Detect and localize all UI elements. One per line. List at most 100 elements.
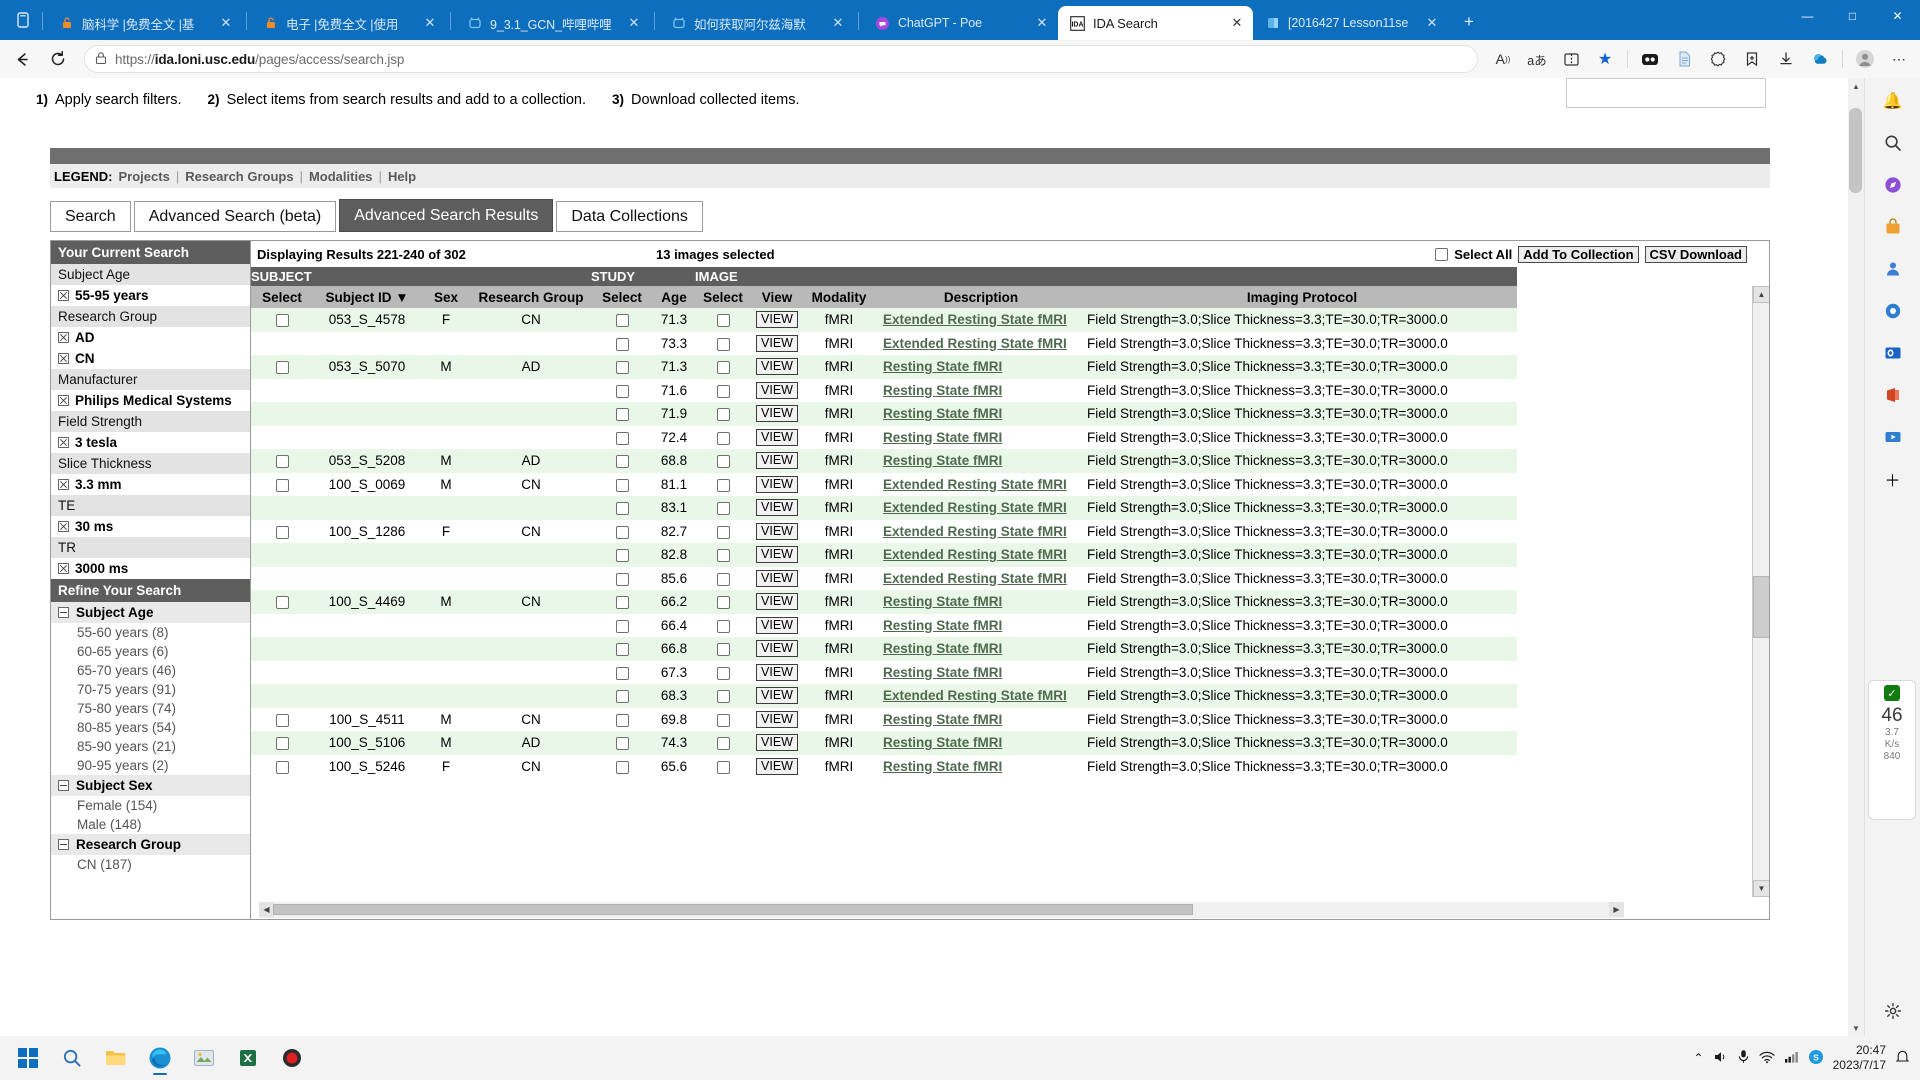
translate-icon[interactable]: aあ (1522, 45, 1552, 73)
taskbar-clock[interactable]: 20:47 2023/7/17 (1833, 1043, 1886, 1073)
notification-icon[interactable] (1895, 1049, 1910, 1067)
notifications-bell-icon[interactable]: 🔔 (1876, 86, 1910, 116)
study-select-checkbox[interactable] (615, 361, 629, 375)
select-all-checkbox[interactable] (1435, 247, 1449, 261)
remove-filter-icon[interactable] (58, 332, 69, 343)
tab-close-icon[interactable]: ✕ (422, 15, 438, 31)
tab-close-icon[interactable]: ✕ (830, 15, 846, 31)
description-link[interactable]: Extended Resting State fMRI (879, 688, 1067, 703)
study-select-checkbox[interactable] (615, 455, 629, 469)
current-search-filter[interactable]: 3000 ms (51, 558, 250, 579)
refine-option[interactable]: 70-75 years (91) (51, 680, 250, 699)
col-description[interactable]: Description (875, 286, 1087, 308)
refine-group-header[interactable]: Subject Sex (51, 775, 250, 796)
image-select-checkbox[interactable] (716, 690, 730, 704)
study-select-checkbox[interactable] (615, 384, 629, 398)
refine-option[interactable]: Female (154) (51, 796, 250, 815)
sound-icon[interactable] (1713, 1050, 1728, 1067)
view-button[interactable]: VIEW (756, 593, 798, 611)
image-select-checkbox[interactable] (716, 619, 730, 633)
subject-select-checkbox[interactable] (275, 455, 289, 469)
scroll-up-arrow[interactable]: ▲ (1753, 286, 1769, 303)
col-modality[interactable]: Modality (803, 286, 875, 308)
tab-close-icon[interactable]: ✕ (218, 15, 234, 31)
description-link[interactable]: Resting State fMRI (879, 712, 1002, 727)
games-icon[interactable] (1876, 296, 1910, 326)
browser-tab-7[interactable]: [2016427 Lesson11se ✕ (1253, 6, 1448, 40)
image-select-checkbox[interactable] (716, 525, 730, 539)
subject-select-checkbox[interactable] (275, 713, 289, 727)
view-button[interactable]: VIEW (756, 452, 798, 470)
collapse-minus-icon[interactable] (58, 607, 69, 618)
image-select-checkbox[interactable] (716, 596, 730, 610)
refine-option[interactable]: 60-65 years (6) (51, 642, 250, 661)
study-select-checkbox[interactable] (615, 690, 629, 704)
description-link[interactable]: Resting State fMRI (879, 359, 1002, 374)
view-button[interactable]: VIEW (756, 710, 798, 728)
remove-filter-icon[interactable] (58, 395, 69, 406)
maximize-button[interactable]: □ (1830, 0, 1875, 32)
downloads-icon[interactable] (1771, 45, 1801, 73)
media-icon[interactable] (1876, 422, 1910, 452)
image-select-checkbox[interactable] (716, 572, 730, 586)
study-select-checkbox[interactable] (615, 502, 629, 516)
vertical-scroll-thumb[interactable] (1753, 576, 1769, 638)
description-link[interactable]: Extended Resting State fMRI (879, 524, 1067, 539)
image-select-checkbox[interactable] (716, 737, 730, 751)
refine-option[interactable]: Male (148) (51, 815, 250, 834)
remove-filter-icon[interactable] (58, 353, 69, 364)
table-horizontal-scrollbar[interactable]: ◀ ▶ (259, 902, 1624, 918)
refine-option[interactable]: 55-60 years (8) (51, 623, 250, 642)
subject-select-checkbox[interactable] (275, 737, 289, 751)
study-select-checkbox[interactable] (615, 337, 629, 351)
refine-group-header[interactable]: Subject Age (51, 602, 250, 623)
current-search-filter[interactable]: 3.3 mm (51, 474, 250, 495)
new-tab-button[interactable]: + (1454, 7, 1484, 37)
mic-icon[interactable] (1737, 1049, 1750, 1067)
favorite-star-icon[interactable]: ★ (1590, 45, 1620, 73)
wifi-icon[interactable] (1759, 1050, 1775, 1067)
description-link[interactable]: Resting State fMRI (879, 735, 1002, 750)
study-select-checkbox[interactable] (615, 666, 629, 680)
study-select-checkbox[interactable] (615, 431, 629, 445)
study-select-checkbox[interactable] (615, 314, 629, 328)
csv-download-button[interactable]: CSV Download (1644, 245, 1747, 263)
image-select-checkbox[interactable] (716, 408, 730, 422)
description-link[interactable]: Extended Resting State fMRI (879, 571, 1067, 586)
record-icon[interactable] (272, 1038, 312, 1078)
view-button[interactable]: VIEW (756, 499, 798, 517)
close-window-button[interactable]: ✕ (1875, 0, 1920, 32)
current-search-filter[interactable]: CN (51, 348, 250, 369)
collapse-minus-icon[interactable] (58, 839, 69, 850)
description-link[interactable]: Resting State fMRI (879, 383, 1002, 398)
network-icon[interactable] (1784, 1050, 1799, 1067)
table-vertical-scrollbar[interactable]: ▲ ▼ (1752, 286, 1769, 897)
network-status-card[interactable]: ✓ 46 3.7 K/s 840 (1868, 680, 1916, 820)
chevron-up-icon[interactable]: ⌃ (1694, 1051, 1704, 1065)
study-select-checkbox[interactable] (615, 619, 629, 633)
col-subject-id[interactable]: Subject ID ▼ (313, 286, 421, 308)
study-select-checkbox[interactable] (615, 572, 629, 586)
legend-link-modalities[interactable]: Modalities (309, 169, 373, 184)
split-screen-icon[interactable] (1556, 45, 1586, 73)
image-select-checkbox[interactable] (716, 431, 730, 445)
refine-option[interactable]: 65-70 years (46) (51, 661, 250, 680)
profile-icon[interactable] (1850, 45, 1880, 73)
shopping-icon[interactable] (1876, 212, 1910, 242)
remove-filter-icon[interactable] (58, 290, 69, 301)
view-button[interactable]: VIEW (756, 734, 798, 752)
current-search-filter[interactable]: 3 tesla (51, 432, 250, 453)
description-link[interactable]: Resting State fMRI (879, 759, 1002, 774)
description-link[interactable]: Extended Resting State fMRI (879, 336, 1067, 351)
col-sex[interactable]: Sex (421, 286, 471, 308)
reload-button[interactable] (42, 44, 74, 74)
image-select-checkbox[interactable] (716, 666, 730, 680)
view-button[interactable]: VIEW (756, 522, 798, 540)
app-icon[interactable] (184, 1038, 224, 1078)
add-sidebar-icon[interactable]: ＋ (1876, 464, 1910, 494)
browser-tab-4[interactable]: 如何获取阿尔兹海默 ✕ (659, 6, 854, 40)
description-link[interactable]: Resting State fMRI (879, 406, 1002, 421)
image-select-checkbox[interactable] (716, 549, 730, 563)
browser-tab-2[interactable]: 电子 |免费全文 |使用 ✕ (251, 6, 446, 40)
tab-advanced-search-beta[interactable]: Advanced Search (beta) (133, 201, 337, 232)
